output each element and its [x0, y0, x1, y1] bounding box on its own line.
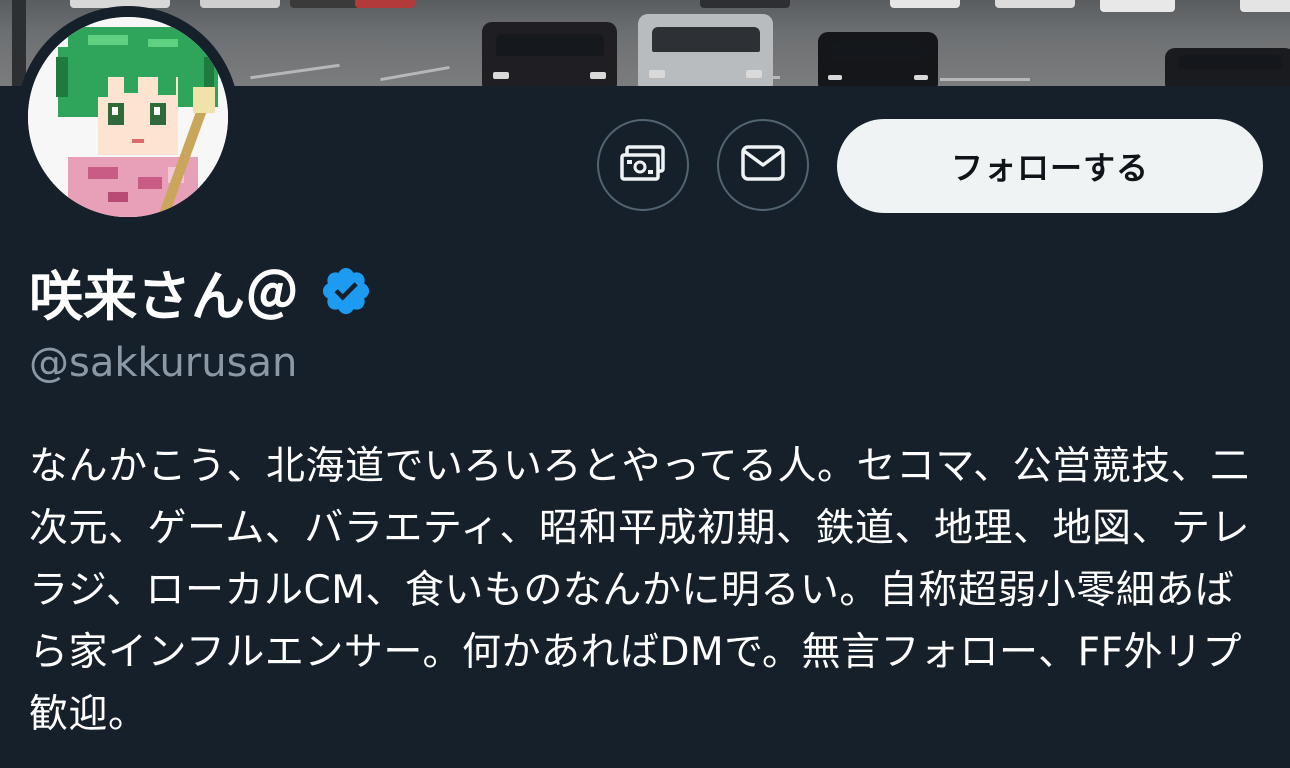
parked-car: [818, 32, 938, 86]
profile-name-row: 咲来さん＠: [29, 254, 373, 328]
parked-car: [355, 0, 415, 8]
parked-car: [1240, 0, 1290, 12]
parked-car: [1100, 0, 1175, 12]
parked-car: [1165, 48, 1290, 86]
parked-car: [890, 0, 960, 8]
message-button[interactable]: [717, 119, 809, 211]
banner-pole: [12, 0, 26, 86]
avatar-image: [28, 17, 228, 217]
verified-badge-icon[interactable]: [319, 264, 373, 318]
avatar[interactable]: [17, 6, 239, 228]
envelope-icon: [740, 144, 786, 186]
display-name: 咲来さん＠: [29, 264, 299, 328]
parked-car: [200, 0, 280, 8]
parking-line: [940, 78, 1030, 81]
money-icon: [619, 143, 667, 187]
pixel-character-illustration: [28, 17, 228, 217]
tip-button[interactable]: [597, 119, 689, 211]
parked-car: [700, 0, 790, 8]
parked-car: [995, 0, 1075, 8]
parking-line: [250, 63, 340, 80]
follow-button[interactable]: フォローする: [837, 119, 1263, 213]
parked-car: [638, 14, 773, 86]
parking-line: [380, 65, 450, 82]
user-handle: @sakkurusan: [29, 340, 298, 386]
parked-car: [290, 0, 360, 8]
parked-car: [482, 22, 617, 86]
profile-bio: なんかこう、北海道でいろいろとやってる人。セコマ、公営競技、二次元、ゲーム、バラ…: [29, 444, 1250, 737]
